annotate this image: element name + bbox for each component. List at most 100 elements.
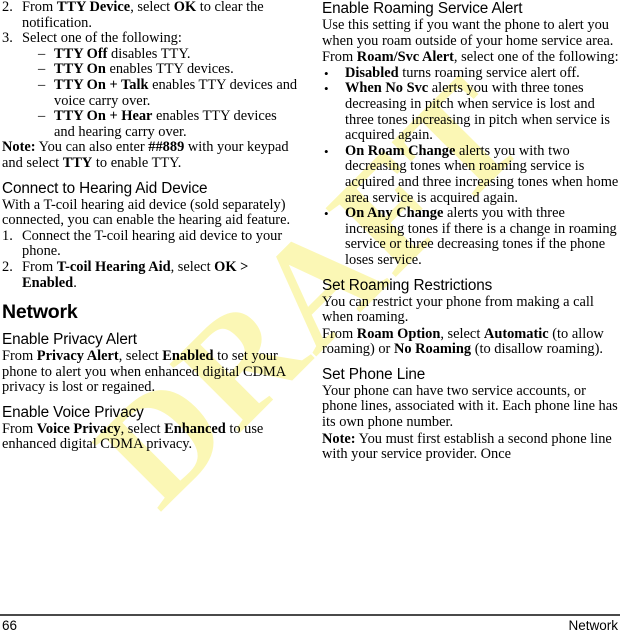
list-item-text: From T-coil Hearing Aid, select OK > Ena… xyxy=(22,259,248,291)
list-marker: 2. xyxy=(2,0,13,15)
plain-text: Select one of the following: xyxy=(22,30,182,47)
plain-text: From xyxy=(22,258,57,275)
heading-set-phone-line: Set Phone Line xyxy=(322,365,426,383)
list-item-text: TTY Off disables TTY. xyxy=(54,46,190,62)
list-item-text: When No Svc alerts you with three tones … xyxy=(345,80,610,143)
emphasis-text: Disabled xyxy=(345,64,399,81)
list-item: • When No Svc alerts you with three tones… xyxy=(322,81,620,143)
document-page: 2. From TTY Device, select OK to clear th… xyxy=(0,0,620,637)
list-item: – TTY Off disables TTY. xyxy=(2,45,300,63)
emphasis-text: TTY On + Talk xyxy=(54,76,149,93)
plain-text: From xyxy=(22,0,57,15)
list-item-text: On Any Change alerts you with three incr… xyxy=(345,205,617,268)
emphasis-text: Enhanced xyxy=(164,420,226,437)
plain-text: Connect the T-coil hearing aid device to… xyxy=(22,227,283,260)
roaming-alert-intro: Use this setting if you want the phone t… xyxy=(322,17,620,49)
emphasis-text: TTY On xyxy=(54,61,106,78)
list-item: – TTY On + Talk enables TTY devices and v… xyxy=(2,76,300,109)
plain-text: , select one of the following: xyxy=(453,49,619,66)
list-item: – TTY On + Hear enables TTY devices and h… xyxy=(2,108,300,140)
list-item-text: Select one of the following: xyxy=(22,30,182,46)
plain-text: enables TTY devices. xyxy=(105,61,234,78)
voice-privacy-body: From Voice Privacy, select Enhanced to u… xyxy=(2,420,300,453)
plain-text: From xyxy=(322,49,357,66)
list-marker: – xyxy=(38,76,46,93)
list-marker: 1. xyxy=(2,227,13,244)
heading-enable-roaming-service-alert: Enable Roaming Service Alert xyxy=(322,0,523,17)
emphasis-text: Roam/Svc Alert xyxy=(356,49,454,66)
list-item-text: Disabled turns roaming service alert off… xyxy=(345,65,580,81)
footer-page-number: 66 xyxy=(2,618,18,633)
emphasis-text: When No Svc xyxy=(345,80,429,97)
list-item: • Disabled turns roaming service alert of… xyxy=(322,65,620,82)
list-marker: • xyxy=(324,143,329,159)
right-column: Enable Roaming Service Alert Use this se… xyxy=(322,0,620,463)
plain-text: turns roaming service alert off. xyxy=(398,64,580,81)
emphasis-text: TTY Off xyxy=(54,45,108,62)
roaming-alert-options-list: • Disabled turns roaming service alert of… xyxy=(322,65,620,269)
plain-text: Use this setting if you want the phone t… xyxy=(322,17,614,49)
emphasis-text: TTY Device xyxy=(56,0,131,15)
emphasis-text: On Roam Change xyxy=(345,142,456,159)
plain-text: . xyxy=(73,274,77,291)
hearing-aid-intro: With a T-coil hearing aid device (sold s… xyxy=(2,197,300,229)
plain-text: , select xyxy=(118,348,163,365)
plain-text: From xyxy=(2,420,37,437)
privacy-alert-body: From Privacy Alert, select Enabled to se… xyxy=(2,348,300,396)
emphasis-text: Note: xyxy=(322,430,356,447)
emphasis-text: Automatic xyxy=(483,325,549,342)
heading-connect-hearing-aid: Connect to Hearing Aid Device xyxy=(2,179,208,197)
hearing-aid-steps-list: 1. Connect the T-coil hearing aid device … xyxy=(2,227,300,291)
heading-set-roaming-restrictions: Set Roaming Restrictions xyxy=(322,276,493,294)
list-marker: 2. xyxy=(2,258,13,275)
emphasis-text: TTY xyxy=(62,154,93,171)
emphasis-text: Privacy Alert xyxy=(36,348,119,365)
list-item-text: TTY On enables TTY devices. xyxy=(54,61,234,78)
list-item: 2. From T-coil Hearing Aid, select OK > E… xyxy=(2,258,300,291)
tty-options-list: – TTY Off disables TTY. – TTY On enables TT… xyxy=(2,45,300,141)
list-marker: – xyxy=(38,45,46,62)
list-marker: • xyxy=(324,81,329,97)
emphasis-text: T-coil Hearing Aid xyxy=(56,258,171,275)
list-marker: 3. xyxy=(2,30,13,47)
list-marker: • xyxy=(324,206,329,222)
emphasis-text: Enabled xyxy=(162,348,214,365)
footer-section-name: Network xyxy=(568,618,618,633)
roaming-alert-lead: From Roam/Svc Alert, select one of the f… xyxy=(322,49,620,66)
emphasis-text: Voice Privacy xyxy=(36,420,121,437)
page-footer: 66 Network xyxy=(0,614,620,637)
plain-text: , select xyxy=(440,325,484,342)
tty-note: Note: You can also enter ##889 with your… xyxy=(2,140,300,171)
plain-text: to enable TTY. xyxy=(92,154,182,171)
left-column: 2. From TTY Device, select OK to clear th… xyxy=(2,0,300,453)
heading-enable-voice-privacy: Enable Voice Privacy xyxy=(2,403,144,421)
list-marker: – xyxy=(38,61,46,78)
phone-line-intro: Your phone can have two service accounts… xyxy=(322,382,620,431)
tty-steps-list: 2. From TTY Device, select OK to clear th… xyxy=(2,0,300,47)
roaming-restrictions-intro: You can restrict your phone from making … xyxy=(322,293,620,326)
plain-text: , select xyxy=(120,420,165,437)
plain-text: From xyxy=(322,325,357,342)
emphasis-text: TTY On + Hear xyxy=(54,108,153,125)
plain-text: You can restrict your phone from making … xyxy=(322,293,594,326)
phone-line-note: Note: You must first establish a second … xyxy=(322,430,620,463)
list-item-text: Connect the T-coil hearing aid device to… xyxy=(22,228,282,260)
emphasis-text: OK xyxy=(173,0,197,15)
emphasis-text: On Any Change xyxy=(345,205,444,222)
list-marker: • xyxy=(324,65,329,81)
plain-text: disables TTY. xyxy=(107,45,191,62)
heading-enable-privacy-alert: Enable Privacy Alert xyxy=(2,331,137,349)
plain-text: , select xyxy=(130,0,174,15)
list-item-text: On Roam Change alerts you with two decre… xyxy=(345,143,618,206)
emphasis-text: ##889 xyxy=(148,139,185,156)
list-item: 2. From TTY Device, select OK to clear th… xyxy=(2,0,300,31)
footer-rule xyxy=(0,614,620,616)
list-item-text: TTY On + Hear enables TTY devices and he… xyxy=(54,108,277,140)
roaming-restrictions-body: From Roam Option, select Automatic (to a… xyxy=(322,325,620,358)
plain-text: From xyxy=(2,348,37,365)
emphasis-text: No Roaming xyxy=(393,341,472,358)
plain-text: Your phone can have two service accounts… xyxy=(322,382,618,431)
list-item: • On Any Change alerts you with three inc… xyxy=(322,205,620,268)
list-item-text: TTY On + Talk enables TTY devices and vo… xyxy=(54,77,297,109)
emphasis-text: Roam Option xyxy=(356,325,441,342)
